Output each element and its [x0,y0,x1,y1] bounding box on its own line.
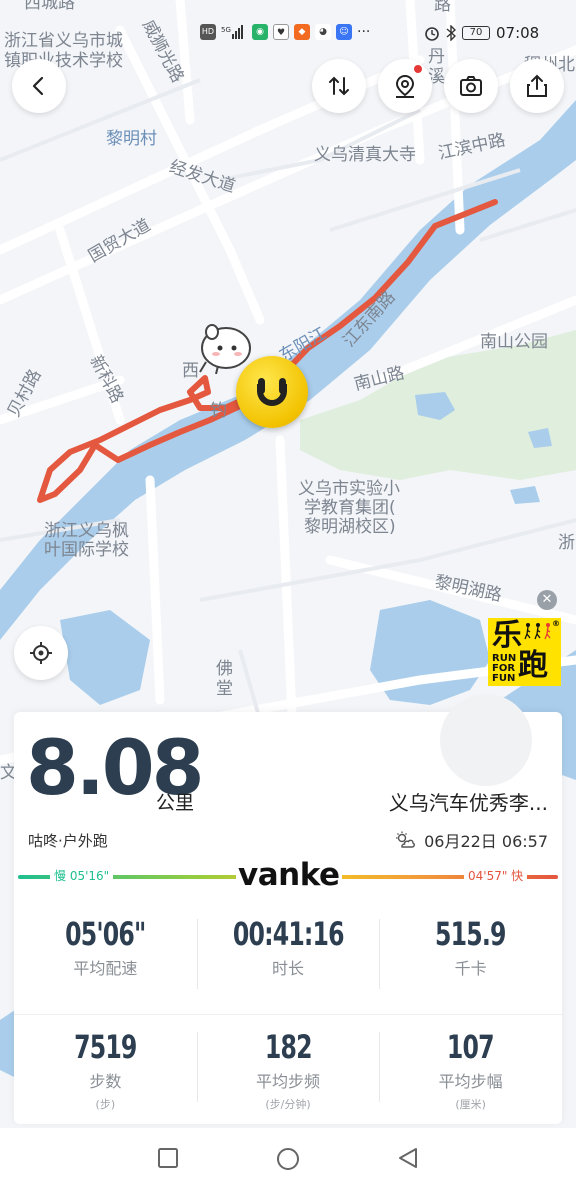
stat-cadence-label: 平均步频 [256,1072,321,1092]
stat-calories-label: 千卡 [454,959,487,979]
stat-avg-pace: 05'06" 平均配速 [14,915,197,979]
stat-stride-unit: (厘米) [455,1098,486,1112]
home-button[interactable] [275,1146,301,1172]
avatar[interactable] [440,694,532,786]
camera-button[interactable] [444,59,498,113]
stats-divider [14,1014,562,1015]
battery-indicator: 70 [462,26,490,40]
stat-calories-value: 515.9 [435,915,506,953]
logo-fun: FUN [492,673,516,684]
distance-unit: 公里 [156,792,195,814]
system-nav-bar [0,1128,576,1188]
app-icon-green: ◉ [252,24,268,40]
stat-duration: 00:41:16 时长 [196,915,380,990]
stat-steps-value: 7519 [74,1028,137,1066]
recent-apps-button[interactable] [156,1146,180,1170]
stat-cadence-value: 182 [264,1028,313,1066]
map-pin-icon [395,74,415,98]
sponsor-logo: vanke [236,857,342,893]
stat-steps: 7519 步数 (步) [14,1028,197,1112]
back-button[interactable] [12,59,66,113]
map-label-intl-school-b: 叶国际学校 [44,540,129,560]
mascot-icon [199,324,251,374]
route-direction-button[interactable] [312,59,366,113]
app-icon-heart: ♥ [273,24,289,40]
stat-steps-label: 步数 [89,1072,122,1092]
svg-text:5G: 5G [221,26,231,34]
pond-3 [510,486,540,504]
map-label-road-top: 路 [434,0,451,15]
stat-duration-value: 00:41:16 [232,915,345,953]
chevron-left-icon [32,76,44,96]
map-label-liming-village: 黎明村 [106,129,157,149]
stat-cadence-unit: (步/分钟) [265,1098,311,1112]
logo-char-1: 乐 [492,618,522,653]
workout-datetime: 06月22日 06:57 [424,832,548,851]
share-icon [527,74,547,97]
map-label-mosque: 义乌清真大寺 [314,145,416,165]
route-name[interactable]: 义乌汽车优秀李... [389,787,548,816]
5g-signal-icon: 5G [221,25,243,39]
app-icon-blue: ☺ [336,24,352,40]
pace-fast-label: 04'57" 快 [464,866,528,886]
ad-close-button[interactable]: ✕ [537,590,557,610]
partly-cloudy-icon [396,831,415,848]
crosshair-icon [30,642,52,664]
stat-stride-value: 107 [447,1028,495,1066]
back-nav-button[interactable] [396,1146,420,1170]
lepao-logo[interactable]: 乐 RUN FOR FUN 跑 ® [488,618,561,686]
pace-slow-label: 慢 05'16" [50,866,114,886]
stat-stride-label: 平均步幅 [438,1072,503,1092]
map-label-fotang: 佛堂 [216,659,233,699]
swap-direction-icon [329,76,349,96]
current-location-smiley-icon [236,356,308,428]
map-label-xicheng-road: 西城路 [24,0,75,13]
map-label-diao-mid: 钓 [210,401,227,421]
stat-cadence: 182 平均步频 (步/分钟) [196,1028,380,1112]
logo-registered: ® [552,619,560,628]
stats-row-primary: 05'06" 平均配速 00:41:16 时长 515.9 千卡 [14,915,562,990]
stat-duration-label: 时长 [272,959,305,979]
sport-type: 咕咚·户外跑 [28,832,108,850]
camera-icon [460,76,482,96]
status-time: 07:08 [496,24,540,42]
alarm-icon [425,27,439,41]
lake-left [60,610,150,705]
stat-stride: 107 平均步幅 (厘米) [379,1028,562,1112]
share-button[interactable] [510,59,564,113]
stats-row-secondary: 7519 步数 (步) 182 平均步频 (步/分钟) 107 平均步幅 (厘米… [14,1028,562,1112]
date-row: 06月22日 06:57 [394,828,548,852]
map-location-button[interactable] [378,59,432,113]
notification-dot [414,65,422,73]
stat-steps-unit: (步) [95,1098,116,1112]
app-icon-orange: ◆ [294,24,310,40]
map-label-intl-school-a: 浙江义乌枫 [44,521,129,541]
map-label-nanshan-park: 南山公园 [480,332,548,352]
more-dots-icon: ··· [357,24,371,40]
map-label-primary-school-b: 学教育集团( [304,498,396,518]
stat-calories: 515.9 千卡 [379,915,562,990]
hd-icon: HD [200,24,216,40]
logo-char-2: 跑 [518,648,548,683]
status-bar: HD 5G ◉ ♥ ◆ ◕ ☺ ··· 70 07:08 [0,20,576,48]
map-label-zhe-edge: 浙 [558,533,575,553]
map-label-primary-school-a: 义乌市实验小 [298,479,400,499]
stat-avg-pace-label: 平均配速 [73,959,138,979]
stat-avg-pace-value: 05'06" [65,915,146,953]
wechat-icon: ◕ [315,24,331,40]
map-label-primary-school-c: 黎明湖校区) [304,517,396,537]
bluetooth-icon [446,25,456,41]
locate-button[interactable] [14,626,68,680]
